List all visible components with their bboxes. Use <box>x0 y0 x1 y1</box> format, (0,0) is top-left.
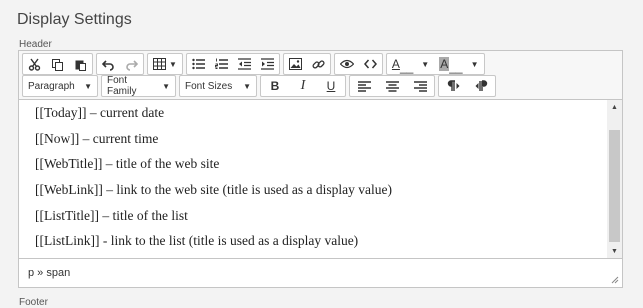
align-left-button[interactable] <box>350 76 378 96</box>
cut-button[interactable] <box>23 54 46 74</box>
copy-icon <box>52 58 63 71</box>
table-group: ▼ <box>147 53 183 75</box>
list-group <box>185 53 280 75</box>
history-group <box>96 53 144 75</box>
font-family-select-value: Font Family <box>107 75 137 97</box>
resize-handle-icon[interactable] <box>611 276 619 284</box>
content-line-today: [[Today]] – current date <box>35 105 165 120</box>
direction-group <box>438 75 496 97</box>
align-left-icon <box>357 80 371 92</box>
insert-group <box>282 53 331 75</box>
element-path[interactable]: p » span <box>28 267 70 279</box>
bullet-list-icon <box>192 58 205 70</box>
format-select-button[interactable]: Paragraph ▼ <box>23 76 97 96</box>
insert-link-button[interactable] <box>307 54 330 74</box>
italic-button[interactable]: I <box>289 76 317 96</box>
undo-button[interactable] <box>97 54 120 74</box>
ltr-button[interactable] <box>439 76 467 96</box>
scroll-down-arrow-icon[interactable]: ▼ <box>607 244 622 258</box>
color-group: A__ ▼ A__ ▼ <box>385 53 485 75</box>
font-family-select-button[interactable]: Font Family ▼ <box>102 75 175 97</box>
numbered-list-button[interactable] <box>210 54 233 74</box>
font-size-select-button[interactable]: Font Sizes ▼ <box>180 76 256 96</box>
header-rich-text-editor[interactable]: ▼ A__ ▼ A__ ▼ Paragraph ▼ Font Family ▼ … <box>18 50 623 288</box>
align-right-icon <box>413 80 427 92</box>
align-right-button[interactable] <box>406 76 434 96</box>
insert-image-button[interactable] <box>284 54 307 74</box>
scroll-up-arrow-icon[interactable]: ▲ <box>607 100 622 114</box>
image-icon <box>288 58 302 70</box>
background-color-icon: A__ <box>439 57 463 74</box>
chevron-down-icon: ▼ <box>243 81 251 91</box>
preview-button[interactable] <box>335 54 359 74</box>
indent-icon <box>260 58 274 70</box>
view-group <box>333 53 383 75</box>
eye-icon <box>339 59 354 69</box>
content-line-listlink: [[ListLink]] - link to the list (title i… <box>35 233 359 248</box>
footer-label: Footer <box>19 297 48 308</box>
bg-color-letter: A <box>439 57 450 71</box>
bullet-list-button[interactable] <box>187 54 210 74</box>
left-to-right-icon <box>447 80 459 91</box>
font-family-select[interactable]: Font Family ▼ <box>101 75 176 97</box>
content-line-webtitle: [[WebTitle]] – title of the web site <box>35 156 220 171</box>
format-select-value: Paragraph <box>28 80 75 92</box>
chevron-down-icon: ▼ <box>162 81 170 91</box>
text-color-letter: A <box>391 57 400 71</box>
copy-button[interactable] <box>46 54 69 74</box>
redo-icon <box>126 59 138 71</box>
undo-icon <box>102 59 114 71</box>
editor-toolbar: ▼ A__ ▼ A__ ▼ Paragraph ▼ Font Family ▼ … <box>19 51 622 100</box>
indent-button[interactable] <box>256 54 279 74</box>
numbered-list-icon <box>214 58 228 69</box>
rtl-button[interactable] <box>467 76 495 96</box>
content-scrollbar[interactable]: ▲ ▼ <box>607 100 622 258</box>
editor-content-area[interactable]: [[Today]] – current date [[Now]] – curre… <box>19 100 607 258</box>
chevron-down-icon: ▼ <box>470 59 479 69</box>
font-size-select[interactable]: Font Sizes ▼ <box>179 75 257 97</box>
outdent-icon <box>237 58 251 70</box>
content-line-weblink: [[WebLink]] – link to the web site (titl… <box>35 182 392 197</box>
chevron-down-icon: ▼ <box>421 59 430 69</box>
code-icon <box>363 59 377 69</box>
font-size-select-value: Font Sizes <box>185 80 233 92</box>
align-group <box>349 75 435 97</box>
table-button[interactable]: ▼ <box>148 54 182 74</box>
underline-button[interactable]: U <box>317 76 345 96</box>
text-color-icon: A__ <box>391 57 414 74</box>
right-to-left-icon <box>475 80 487 91</box>
chevron-down-icon: ▼ <box>84 81 92 91</box>
chevron-down-icon: ▼ <box>169 59 177 69</box>
table-icon <box>153 58 166 70</box>
align-center-button[interactable] <box>378 76 406 96</box>
text-style-group: B I U <box>260 75 346 97</box>
editor-statusbar: p » span <box>19 258 622 287</box>
link-icon <box>312 59 325 68</box>
source-code-button[interactable] <box>359 54 382 74</box>
section-title: Display Settings <box>17 11 132 28</box>
align-center-icon <box>385 80 399 92</box>
text-color-button[interactable]: A__ ▼ <box>387 54 434 74</box>
scissors-icon <box>28 58 41 71</box>
content-line-listtitle: [[ListTitle]] – title of the list <box>35 208 188 223</box>
paste-icon <box>75 60 86 71</box>
bold-button[interactable]: B <box>261 76 289 96</box>
outdent-button[interactable] <box>233 54 256 74</box>
clipboard-group <box>22 53 93 75</box>
header-label: Header <box>19 39 52 50</box>
background-color-button[interactable]: A__ ▼ <box>434 54 483 74</box>
paste-button[interactable] <box>69 54 92 74</box>
redo-button[interactable] <box>120 54 143 74</box>
content-line-now: [[Now]] – current time <box>35 131 159 146</box>
scrollbar-thumb[interactable] <box>609 130 620 242</box>
format-select[interactable]: Paragraph ▼ <box>22 75 98 97</box>
